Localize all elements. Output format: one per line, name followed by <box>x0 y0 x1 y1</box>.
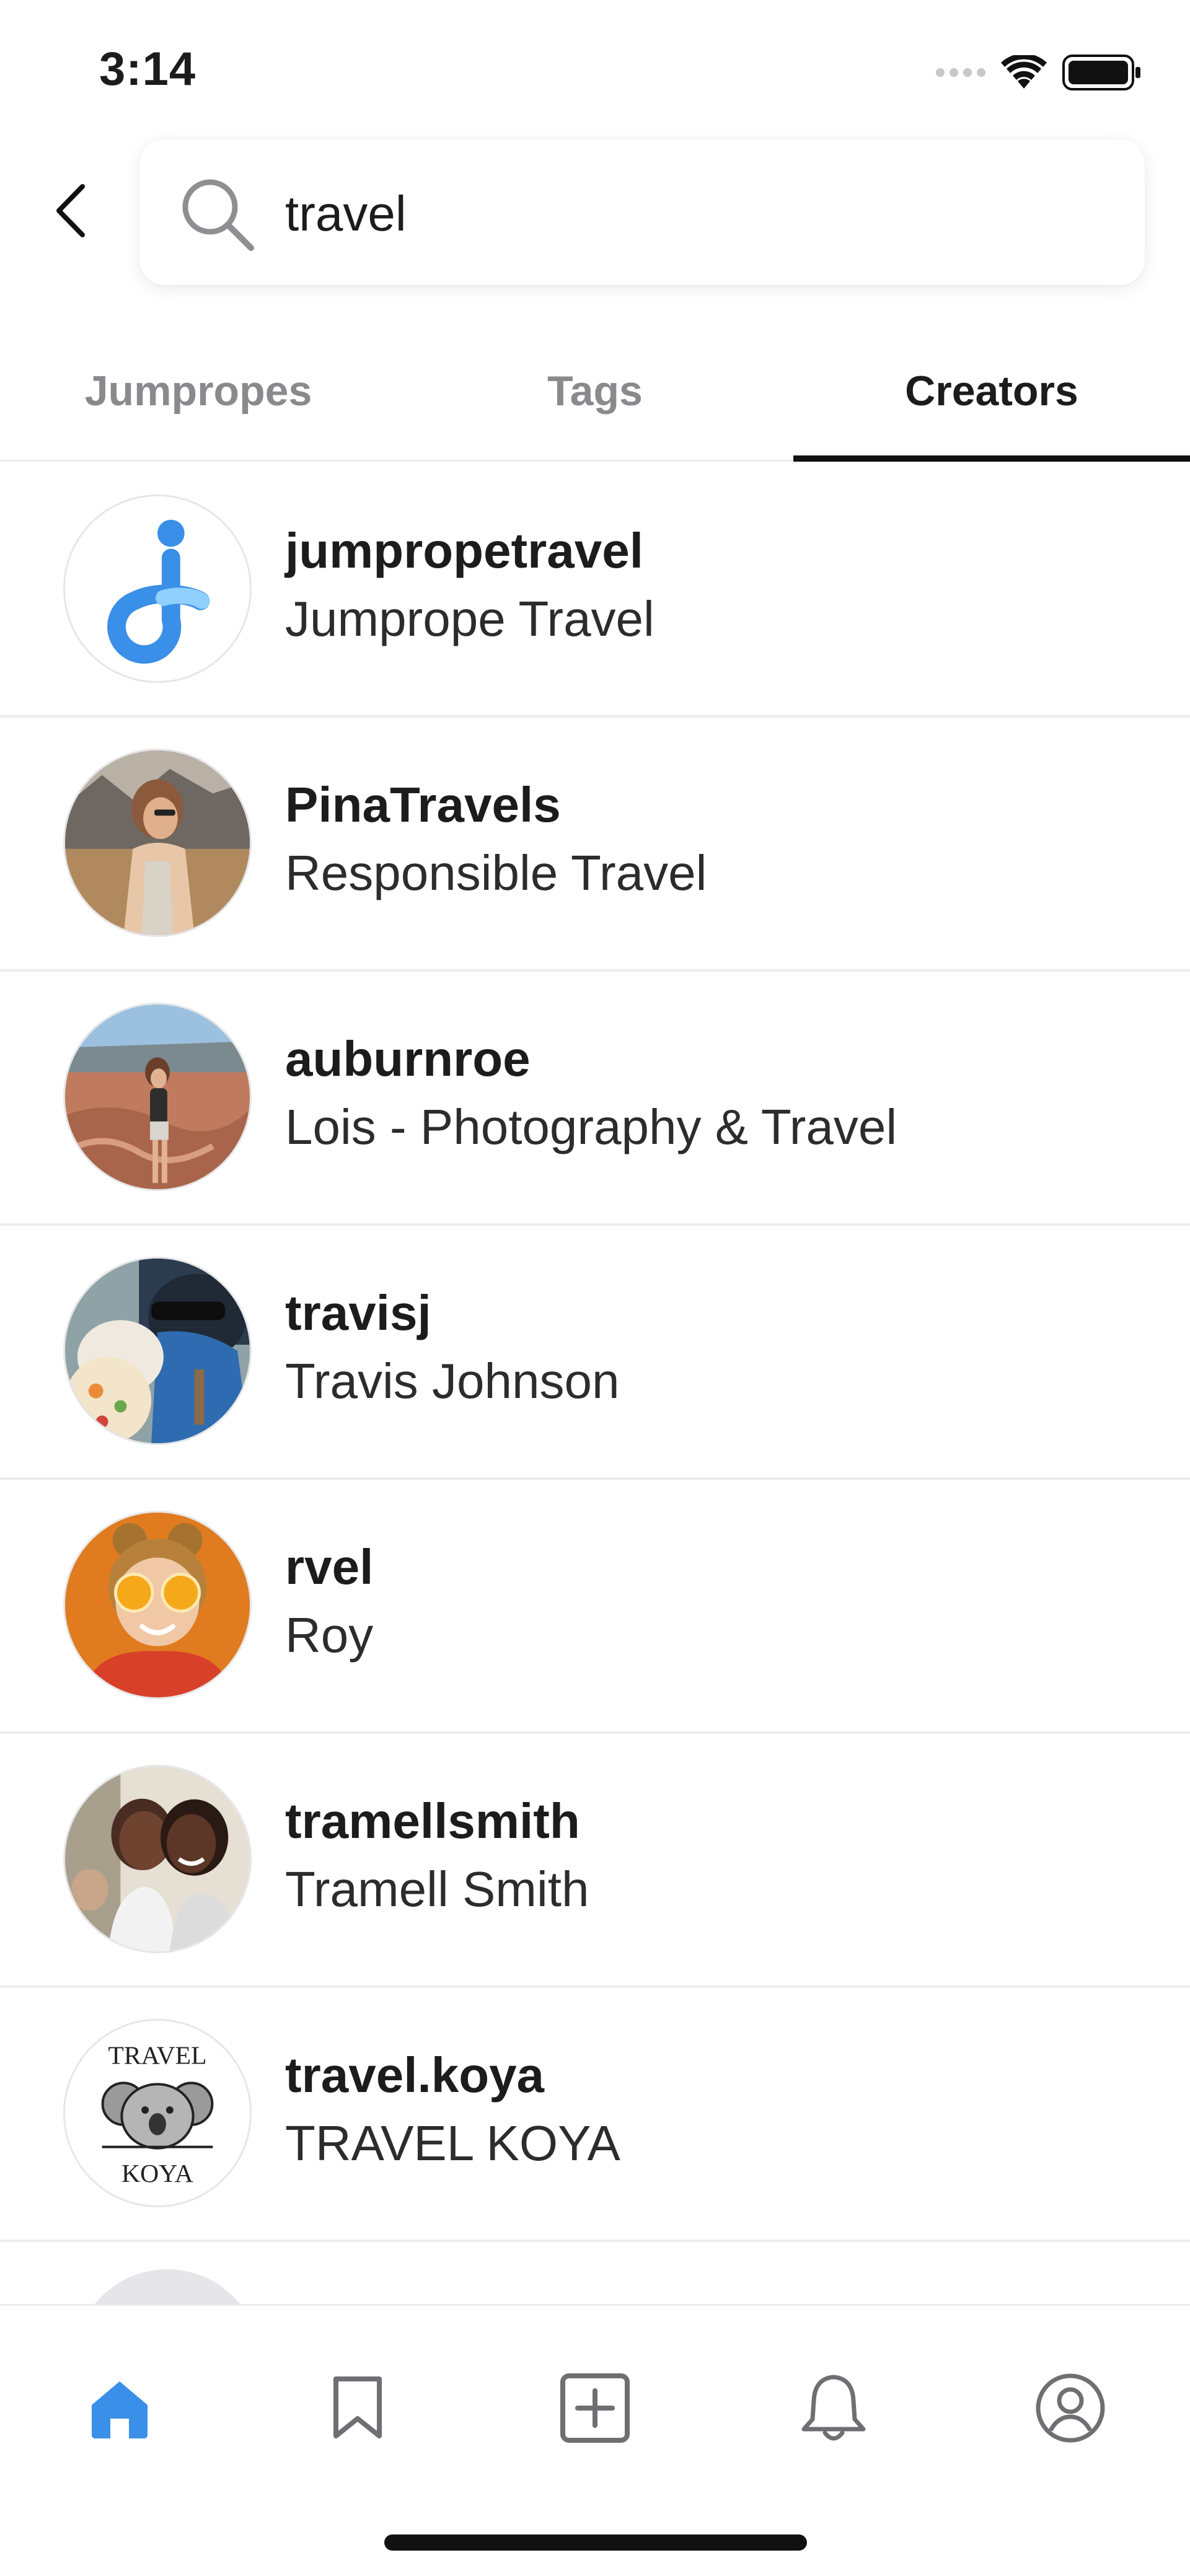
family-photo-icon <box>65 1259 250 1443</box>
tab-creators[interactable]: Creators <box>793 347 1190 462</box>
avatar <box>63 495 252 683</box>
desert-portrait-photo-icon <box>65 750 250 935</box>
creator-display-name: TRAVEL KOYA <box>285 2116 620 2171</box>
creator-row[interactable]: tramellsmith Tramell Smith <box>0 1734 1190 1988</box>
creator-username: rvel <box>285 1539 374 1594</box>
creator-display-name: Tramell Smith <box>285 1862 589 1917</box>
tab-tags[interactable]: Tags <box>397 347 793 460</box>
creator-row[interactable]: jumpropetravel Jumprope Travel <box>0 464 1190 718</box>
tab-jumpropes[interactable]: Jumpropes <box>0 347 397 460</box>
canyon-photo-icon <box>65 1004 250 1189</box>
nav-notifications-button[interactable] <box>787 2362 880 2455</box>
search-input[interactable] <box>285 164 1091 263</box>
cellular-signal-icon <box>936 68 985 77</box>
svg-text:KOYA: KOYA <box>121 2160 193 2188</box>
tab-bar: Jumpropes Tags Creators <box>0 347 1190 462</box>
creator-list: jumpropetravel Jumprope Travel PinaTrave… <box>0 464 1190 2242</box>
creator-username: PinaTravels <box>285 777 561 832</box>
bookmark-icon <box>333 2376 382 2438</box>
home-icon <box>92 2381 148 2438</box>
avatar <box>63 1257 252 1445</box>
profile-icon <box>1036 2373 1105 2443</box>
chevron-left-icon <box>56 184 85 237</box>
creator-username: travisj <box>285 1285 431 1340</box>
creator-row[interactable]: auburnroe Lois - Photography & Travel <box>0 972 1190 1226</box>
orange-slices-photo-icon <box>65 1513 250 1697</box>
nav-profile-button[interactable] <box>1024 2362 1117 2455</box>
nav-home-button[interactable] <box>73 2362 166 2455</box>
creator-display-name: Lois - Photography & Travel <box>285 1099 897 1154</box>
home-indicator[interactable] <box>384 2534 807 2551</box>
wifi-icon <box>1000 55 1047 90</box>
creator-display-name: Roy <box>285 1607 374 1663</box>
creator-username: auburnroe <box>285 1031 531 1086</box>
creator-display-name: Jumprope Travel <box>285 591 654 646</box>
avatar <box>63 1511 252 1699</box>
add-icon <box>560 2373 630 2443</box>
avatar <box>63 1765 252 1953</box>
avatar <box>63 749 252 937</box>
back-button[interactable] <box>43 177 99 245</box>
avatar <box>63 1003 252 1191</box>
creator-username: tramellsmith <box>285 1793 580 1848</box>
creator-display-name: Responsible Travel <box>285 845 707 900</box>
nav-saved-button[interactable] <box>311 2362 404 2455</box>
creator-row[interactable]: travisj Travis Johnson <box>0 1226 1190 1480</box>
battery-icon <box>1062 55 1143 90</box>
status-icons <box>936 55 1143 90</box>
bell-icon <box>801 2375 866 2441</box>
creator-row[interactable]: rvel Roy <box>0 1480 1190 1734</box>
creator-display-name: Travis Johnson <box>285 1353 620 1409</box>
search-icon <box>182 179 254 251</box>
koala-logo-icon: TRAVEL KOYA <box>65 2021 250 2205</box>
creator-username: jumpropetravel <box>285 523 643 578</box>
jumprope-logo-icon <box>65 496 250 681</box>
status-bar: 3:14 <box>0 0 1190 124</box>
svg-text:TRAVEL: TRAVEL <box>108 2042 206 2070</box>
search-box[interactable] <box>139 139 1145 285</box>
creator-row[interactable]: PinaTravels Responsible Travel <box>0 718 1190 972</box>
couple-photo-icon <box>65 1767 250 1951</box>
creator-username: travel.koya <box>285 2047 545 2103</box>
status-time: 3:14 <box>99 43 196 95</box>
avatar: TRAVEL KOYA <box>63 2019 252 2207</box>
creator-row[interactable]: TRAVEL KOYA travel.koya TRAVEL KOYA <box>0 1988 1190 2242</box>
nav-create-button[interactable] <box>549 2362 641 2455</box>
